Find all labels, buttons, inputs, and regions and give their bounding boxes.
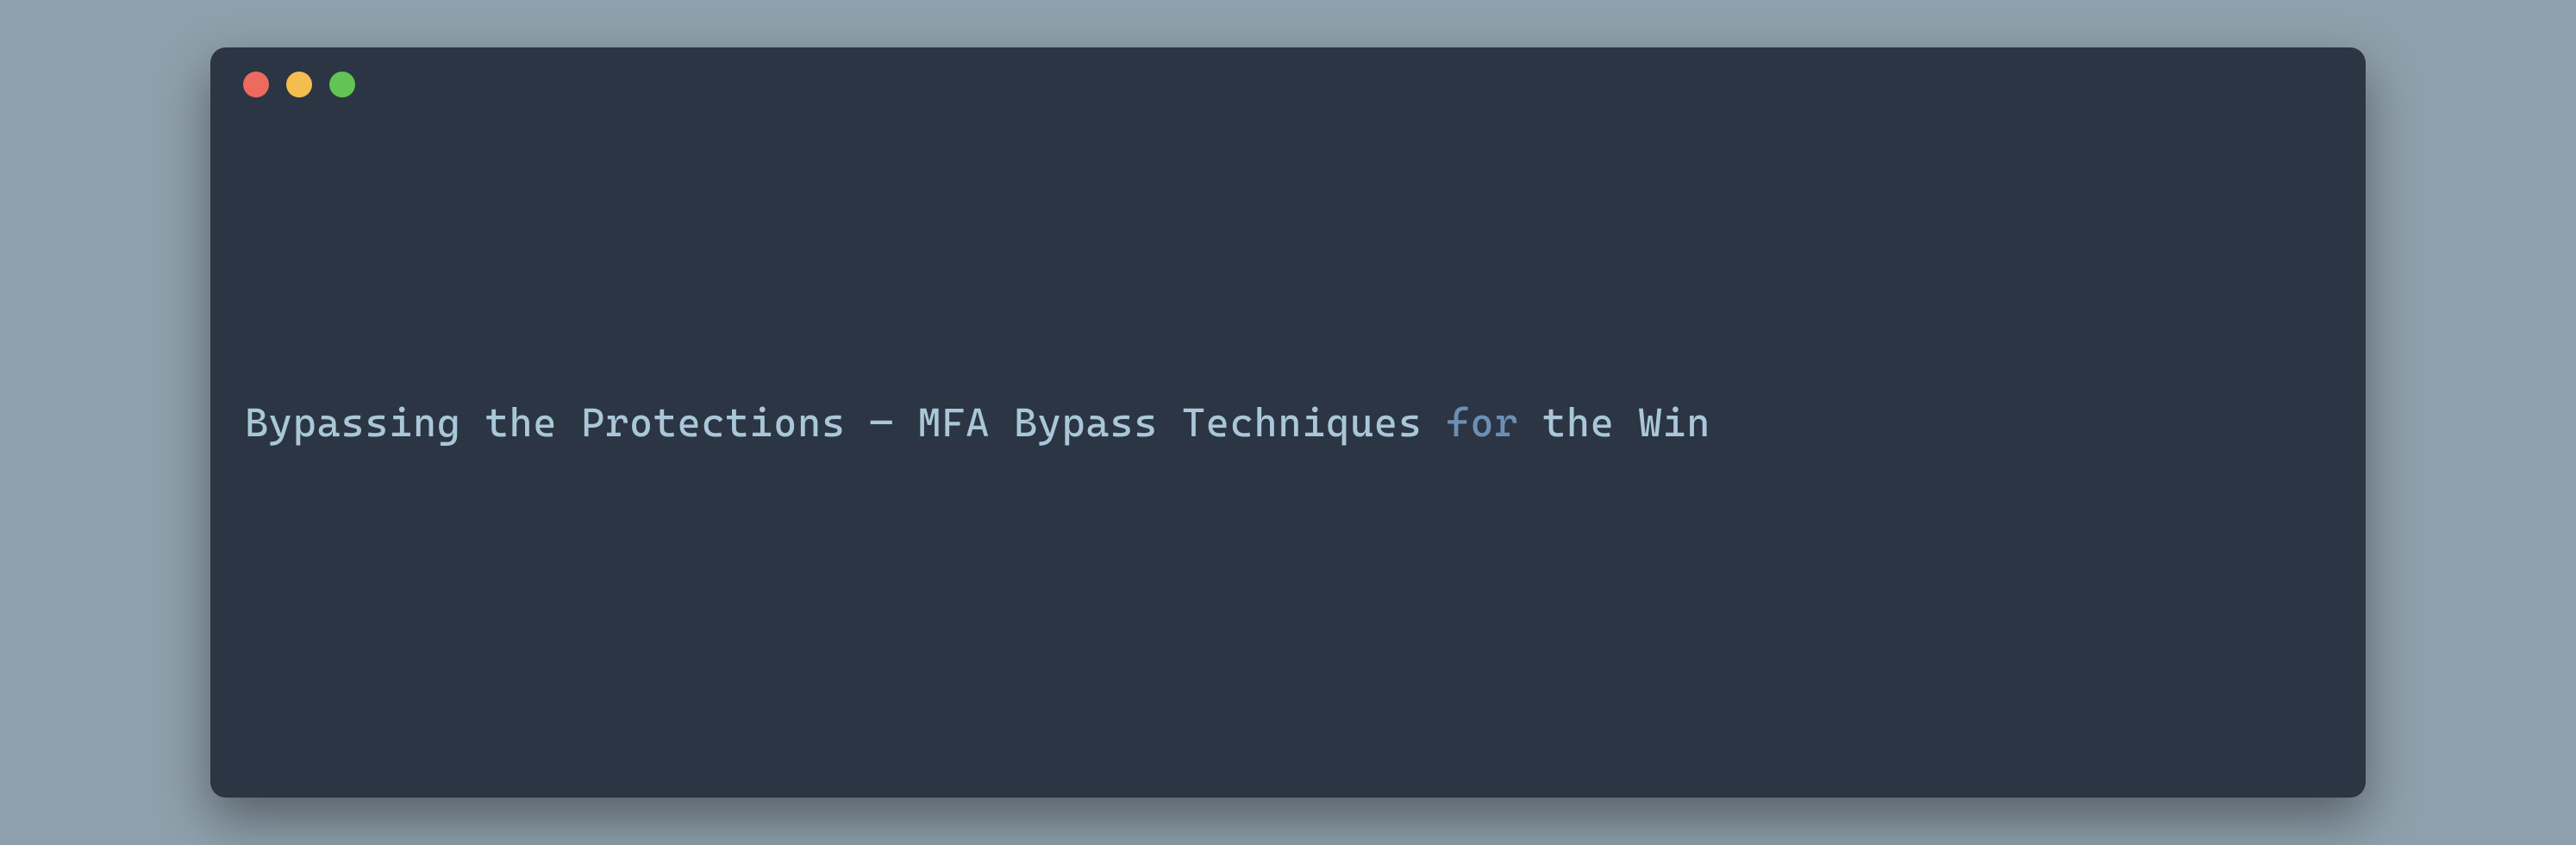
terminal-text-segment: the Win [1518, 399, 1710, 446]
terminal-content: Bypassing the Protections — MFA Bypass T… [210, 121, 2366, 798]
window-titlebar [210, 47, 2366, 121]
terminal-text-segment: Bypassing the Protections — MFA Bypass T… [245, 399, 1447, 446]
maximize-icon[interactable] [329, 72, 355, 97]
terminal-line: Bypassing the Protections — MFA Bypass T… [245, 399, 1710, 446]
terminal-window: Bypassing the Protections — MFA Bypass T… [210, 47, 2366, 798]
minimize-icon[interactable] [286, 72, 312, 97]
terminal-keyword: for [1447, 399, 1519, 446]
close-icon[interactable] [243, 72, 269, 97]
